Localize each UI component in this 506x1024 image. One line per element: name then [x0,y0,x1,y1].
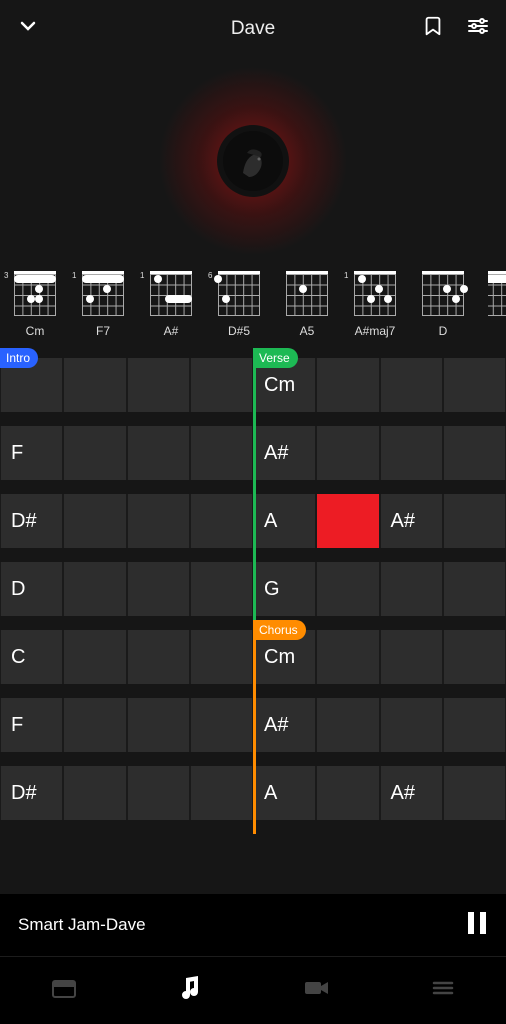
chord-item[interactable]: x 1 A# [148,271,194,338]
progression-cell[interactable] [63,426,126,480]
bookmark-button[interactable] [422,15,444,42]
section-marker-verse: Verse [253,348,298,368]
progression-row[interactable]: F A# [0,426,506,480]
avatar[interactable] [217,125,289,197]
progression-cell[interactable]: D# [0,494,63,548]
progression-cell[interactable]: A# [380,494,443,548]
playbar: Smart Jam-Dave [0,894,506,956]
nav-menu-icon[interactable] [429,974,457,1007]
progression-cell[interactable] [127,358,190,412]
progression-cell[interactable] [127,494,190,548]
progression-cell[interactable] [316,766,379,820]
progression-cell[interactable]: G [253,562,316,616]
progression-cell[interactable] [63,630,126,684]
progression-cell[interactable] [443,358,506,412]
nav-video-icon[interactable] [302,973,332,1008]
progression-cell[interactable] [127,562,190,616]
chord-label: F7 [96,324,110,338]
progression-cell[interactable] [190,766,253,820]
chord-label: Cm [26,324,45,338]
progression-cell[interactable] [190,630,253,684]
progression-row[interactable]: D# A A# [0,766,506,820]
collapse-button[interactable] [16,14,40,43]
chord-item[interactable]: x 3 Cm [12,271,58,338]
progression-cell[interactable] [63,494,126,548]
progression-row[interactable]: DG [0,562,506,616]
chord-label: A# [164,324,179,338]
progression-cell[interactable]: C [0,630,63,684]
section-marker-chorus: Chorus [253,620,306,640]
progression-cell[interactable] [443,562,506,616]
chord-label: A#maj7 [355,324,396,338]
song-name: Smart Jam-Dave [18,915,146,935]
progression-cell[interactable] [127,698,190,752]
nav-music-icon[interactable] [176,974,204,1007]
progression-cell[interactable]: F [0,426,63,480]
progression-row[interactable]: D# A A# [0,494,506,548]
progression-cell[interactable] [316,426,379,480]
progression-row[interactable]: F A# [0,698,506,752]
progression-cell[interactable] [316,562,379,616]
progression-cell[interactable] [63,358,126,412]
chord-item[interactable]: 3 [488,271,506,338]
chord-item[interactable]: xxxx A5 [284,271,330,338]
progression-cell[interactable] [316,630,379,684]
progression-cell[interactable] [380,562,443,616]
progression-cell[interactable]: A [253,494,316,548]
progression-cell[interactable] [127,426,190,480]
progression-cell[interactable] [380,358,443,412]
progression-cell[interactable] [316,494,379,548]
artist-avatar-area [0,51,506,271]
progression-cell[interactable]: A# [253,698,316,752]
progression-cell[interactable]: A [253,766,316,820]
chord-label: D [439,324,448,338]
pause-button[interactable] [466,910,488,941]
progression-cell[interactable] [190,494,253,548]
chord-progression[interactable]: IntroVerseCmFA#D#AA#DGChorusCCmFA#D#AA# [0,358,506,820]
progression-cell[interactable] [190,562,253,616]
chord-item[interactable]: xx D [420,271,466,338]
progression-cell[interactable] [190,358,253,412]
progression-cell[interactable] [380,630,443,684]
chord-item[interactable]: xxxx 6 D#5 [216,271,262,338]
settings-sliders-button[interactable] [466,14,490,43]
chord-label: A5 [300,324,315,338]
progression-cell[interactable] [63,698,126,752]
progression-cell[interactable] [380,426,443,480]
chord-label: D#5 [228,324,250,338]
nav-amp-icon[interactable] [49,973,79,1008]
page-title: Dave [231,18,275,40]
progression-cell[interactable]: D# [0,766,63,820]
chord-item[interactable]: x 1 A#maj7 [352,271,398,338]
progression-cell[interactable] [443,766,506,820]
bottom-nav [0,956,506,1024]
progression-cell[interactable]: D [0,562,63,616]
progression-cell[interactable] [127,766,190,820]
progression-cell[interactable] [443,698,506,752]
progression-cell[interactable] [127,630,190,684]
progression-cell[interactable] [63,562,126,616]
chord-item[interactable]: 1 F7 [80,271,126,338]
progression-cell[interactable] [380,698,443,752]
chord-strip[interactable]: x 3 Cm 1 F7 x 1 [0,271,506,358]
section-marker-intro: Intro [0,348,38,368]
progression-cell[interactable] [190,426,253,480]
progression-cell[interactable] [316,358,379,412]
progression-cell[interactable]: F [0,698,63,752]
progression-cell[interactable] [443,494,506,548]
progression-cell[interactable]: A# [380,766,443,820]
progression-cell[interactable] [316,698,379,752]
progression-row[interactable]: ChorusCCm [0,630,506,684]
progression-cell[interactable] [443,630,506,684]
progression-cell[interactable] [190,698,253,752]
progression-cell[interactable]: A# [253,426,316,480]
progression-cell[interactable] [63,766,126,820]
progression-row[interactable]: IntroVerseCm [0,358,506,412]
progression-cell[interactable] [443,426,506,480]
